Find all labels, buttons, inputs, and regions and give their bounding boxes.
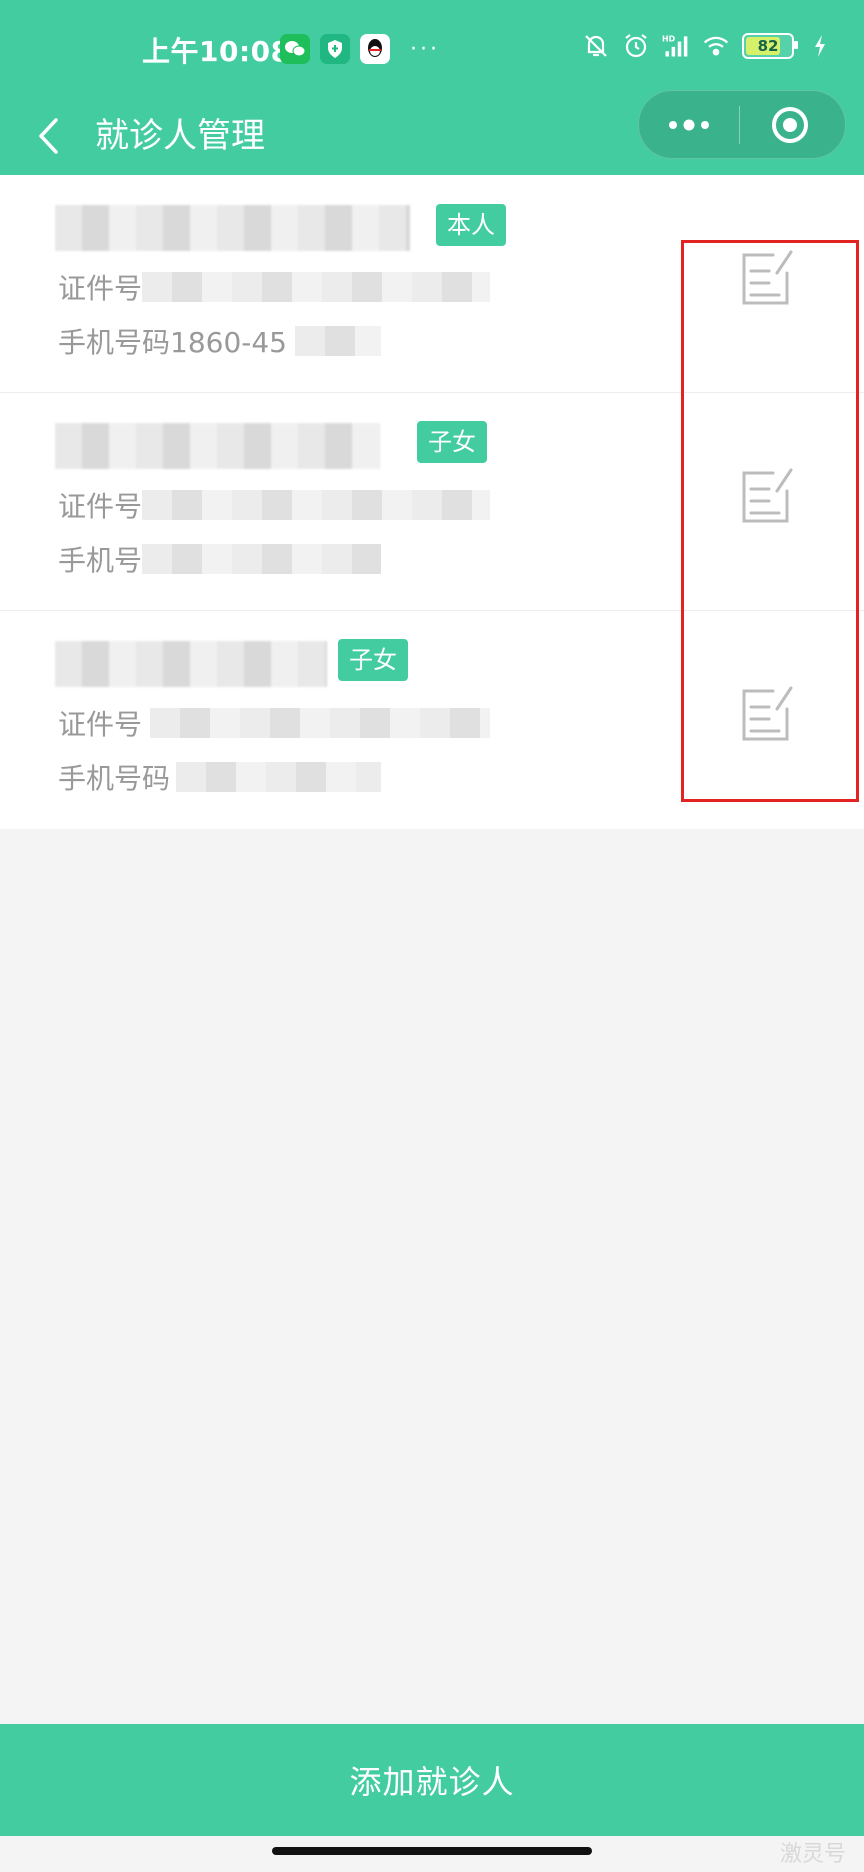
status-bar: 上午10:08 ··· HD 82 (0, 0, 864, 100)
qq-icon (360, 34, 390, 64)
patient-name-redacted (55, 641, 327, 687)
relation-tag: 子女 (417, 421, 487, 463)
patient-name-redacted (55, 423, 380, 469)
id-number-redacted (142, 272, 490, 302)
phone-number-label: 手机号码 (58, 762, 171, 795)
alarm-icon (622, 32, 650, 60)
back-button[interactable] (28, 112, 68, 160)
page-title: 就诊人管理 (95, 116, 265, 156)
more-dots-icon (669, 119, 709, 130)
highlight-annotation-box (681, 240, 859, 802)
phone-number-label: 手机号 (58, 544, 143, 577)
phone-number-label: 手机号码1860-45 (58, 326, 287, 359)
shield-icon (320, 34, 350, 64)
mute-icon (582, 32, 610, 60)
system-icons: HD 82 (582, 32, 834, 60)
relation-tag: 子女 (338, 639, 408, 681)
status-time: 上午10:08 (142, 35, 291, 68)
mini-program-capsule (638, 90, 846, 159)
id-number-redacted (150, 708, 490, 738)
status-more: ··· (410, 36, 440, 62)
phone-number-redacted (142, 544, 381, 574)
id-number-redacted (142, 490, 490, 520)
patient-name-redacted (55, 205, 410, 251)
phone-number-redacted (176, 762, 381, 792)
chevron-left-icon (39, 118, 58, 154)
add-patient-button[interactable]: 添加就诊人 (0, 1724, 864, 1836)
target-circle-icon (772, 106, 808, 143)
signal-icon: HD (662, 32, 690, 60)
battery-level: 82 (757, 37, 779, 55)
charging-icon (806, 32, 834, 60)
relation-tag: 本人 (436, 204, 506, 246)
id-number-label: 证件号 (58, 272, 143, 305)
app-notification-icons: ··· (280, 34, 440, 64)
phone-number-redacted (295, 326, 381, 356)
id-number-label: 证件号 (58, 708, 143, 741)
network-type: HD (662, 35, 676, 44)
navigation-bar: 就诊人管理 (0, 90, 864, 175)
home-indicator[interactable] (272, 1847, 592, 1855)
wifi-icon (702, 32, 730, 60)
battery-indicator: 82 (742, 33, 798, 59)
capsule-more-button[interactable] (639, 91, 739, 158)
capsule-close-button[interactable] (740, 91, 840, 158)
watermark: 激灵号 (779, 1842, 846, 1867)
id-number-label: 证件号 (58, 490, 143, 523)
wechat-icon (280, 34, 310, 64)
